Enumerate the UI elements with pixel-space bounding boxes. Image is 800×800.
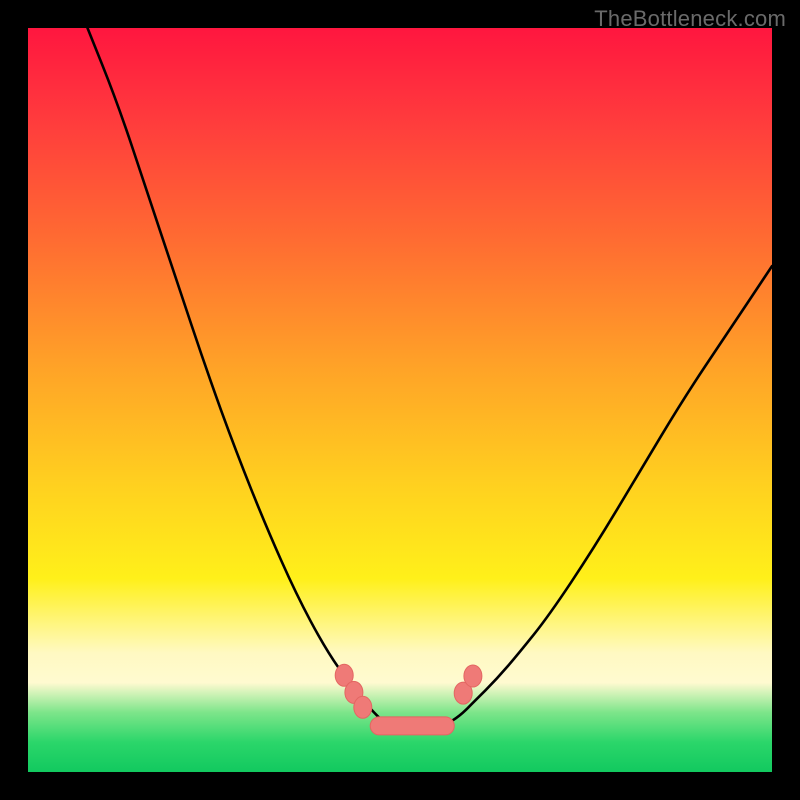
valley-marker-dot (464, 665, 482, 687)
chart-plot-area (28, 28, 772, 772)
chart-frame: TheBottleneck.com (0, 0, 800, 800)
valley-marker-dot (354, 696, 372, 718)
valley-markers (335, 664, 482, 735)
curve-line (88, 28, 773, 732)
valley-marker-pill (370, 717, 454, 735)
chart-svg (28, 28, 772, 772)
watermark-text: TheBottleneck.com (594, 6, 786, 32)
